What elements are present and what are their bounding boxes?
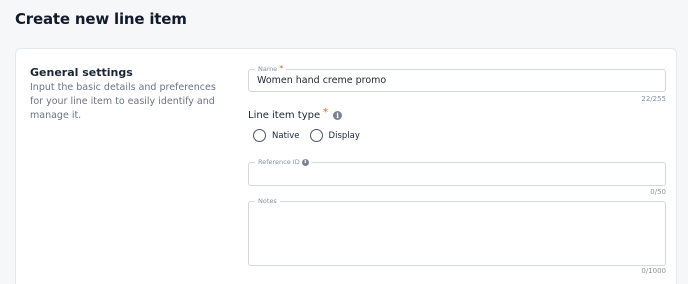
line-item-type-radio-group: Native Display	[253, 129, 360, 142]
general-settings-card: General settings Input the basic details…	[15, 48, 677, 284]
notes-label: Notes	[255, 196, 280, 206]
radio-native[interactable]: Native	[253, 129, 300, 142]
line-item-type-label: Line item type * i	[248, 107, 343, 121]
required-mark: *	[279, 64, 284, 73]
reference-id-field[interactable]: Reference ID i	[248, 157, 666, 186]
name-char-counter: 22/255	[641, 95, 666, 103]
name-label: Name *	[255, 64, 287, 74]
radio-unchecked-icon[interactable]	[309, 129, 323, 142]
radio-native-label: Native	[272, 130, 300, 141]
info-icon[interactable]: i	[301, 158, 309, 166]
name-field[interactable]: Name * Women hand creme promo	[248, 64, 666, 92]
radio-display[interactable]: Display	[309, 129, 360, 142]
required-mark: *	[323, 107, 329, 118]
radio-unchecked-icon[interactable]	[253, 129, 266, 142]
reference-id-char-counter: 0/50	[650, 188, 666, 196]
radio-display-label: Display	[328, 130, 360, 141]
notes-char-counter: 0/1000	[641, 267, 666, 275]
notes-field[interactable]: Notes	[248, 196, 666, 266]
page-title: Create new line item	[15, 10, 187, 28]
name-input[interactable]: Women hand creme promo	[257, 75, 386, 86]
section-description: Input the basic details and preferences …	[30, 82, 216, 121]
info-icon[interactable]: i	[333, 111, 343, 120]
reference-id-label: Reference ID i	[255, 157, 312, 167]
section-title: General settings	[30, 66, 133, 79]
